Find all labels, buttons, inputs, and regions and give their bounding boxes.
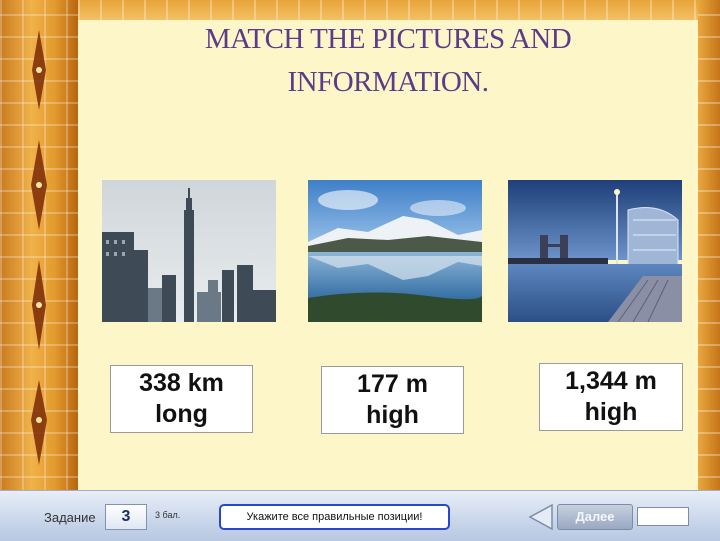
label-card-3[interactable]: 1,344 m high [539,363,683,431]
back-arrow-button[interactable] [528,503,554,531]
title-line-2: INFORMATION. [287,66,489,98]
task-label: Задание [44,510,96,525]
label-card-2[interactable]: 177 m high [321,366,464,434]
label-2-line-2: high [366,401,419,429]
label-1-line-2: long [155,400,208,428]
label-1-line-1: 338 km [139,369,224,397]
mountain-lake-photo[interactable] [308,180,482,322]
next-button[interactable]: Далее [557,504,633,530]
frame-top-border [78,0,720,20]
label-2-line-1: 177 m [357,370,428,398]
hint-message: Укажите все правильные позиции! [219,504,450,530]
page-title: MATCH THE PICTURES AND INFORMATION. [110,18,666,104]
task-number-badge: 3 [105,504,147,530]
label-3-line-2: high [584,398,638,426]
blank-button[interactable] [637,507,689,526]
left-arrow-icon [528,503,553,531]
title-line-1: MATCH THE PICTURES AND [204,23,572,55]
city-skyline-photo[interactable] [102,180,276,322]
bottom-navigation-bar: Задание 3 3 бал. Укажите все правильные … [0,490,720,541]
ornament-icon [31,30,47,465]
label-card-1[interactable]: 338 km long [110,365,253,433]
frame-left-border [0,0,78,500]
label-3-line-1: 1,344 m [565,367,657,395]
river-bridge-photo[interactable] [508,180,682,322]
points-label: 3 бал. [155,510,181,520]
frame-right-border [698,0,720,500]
